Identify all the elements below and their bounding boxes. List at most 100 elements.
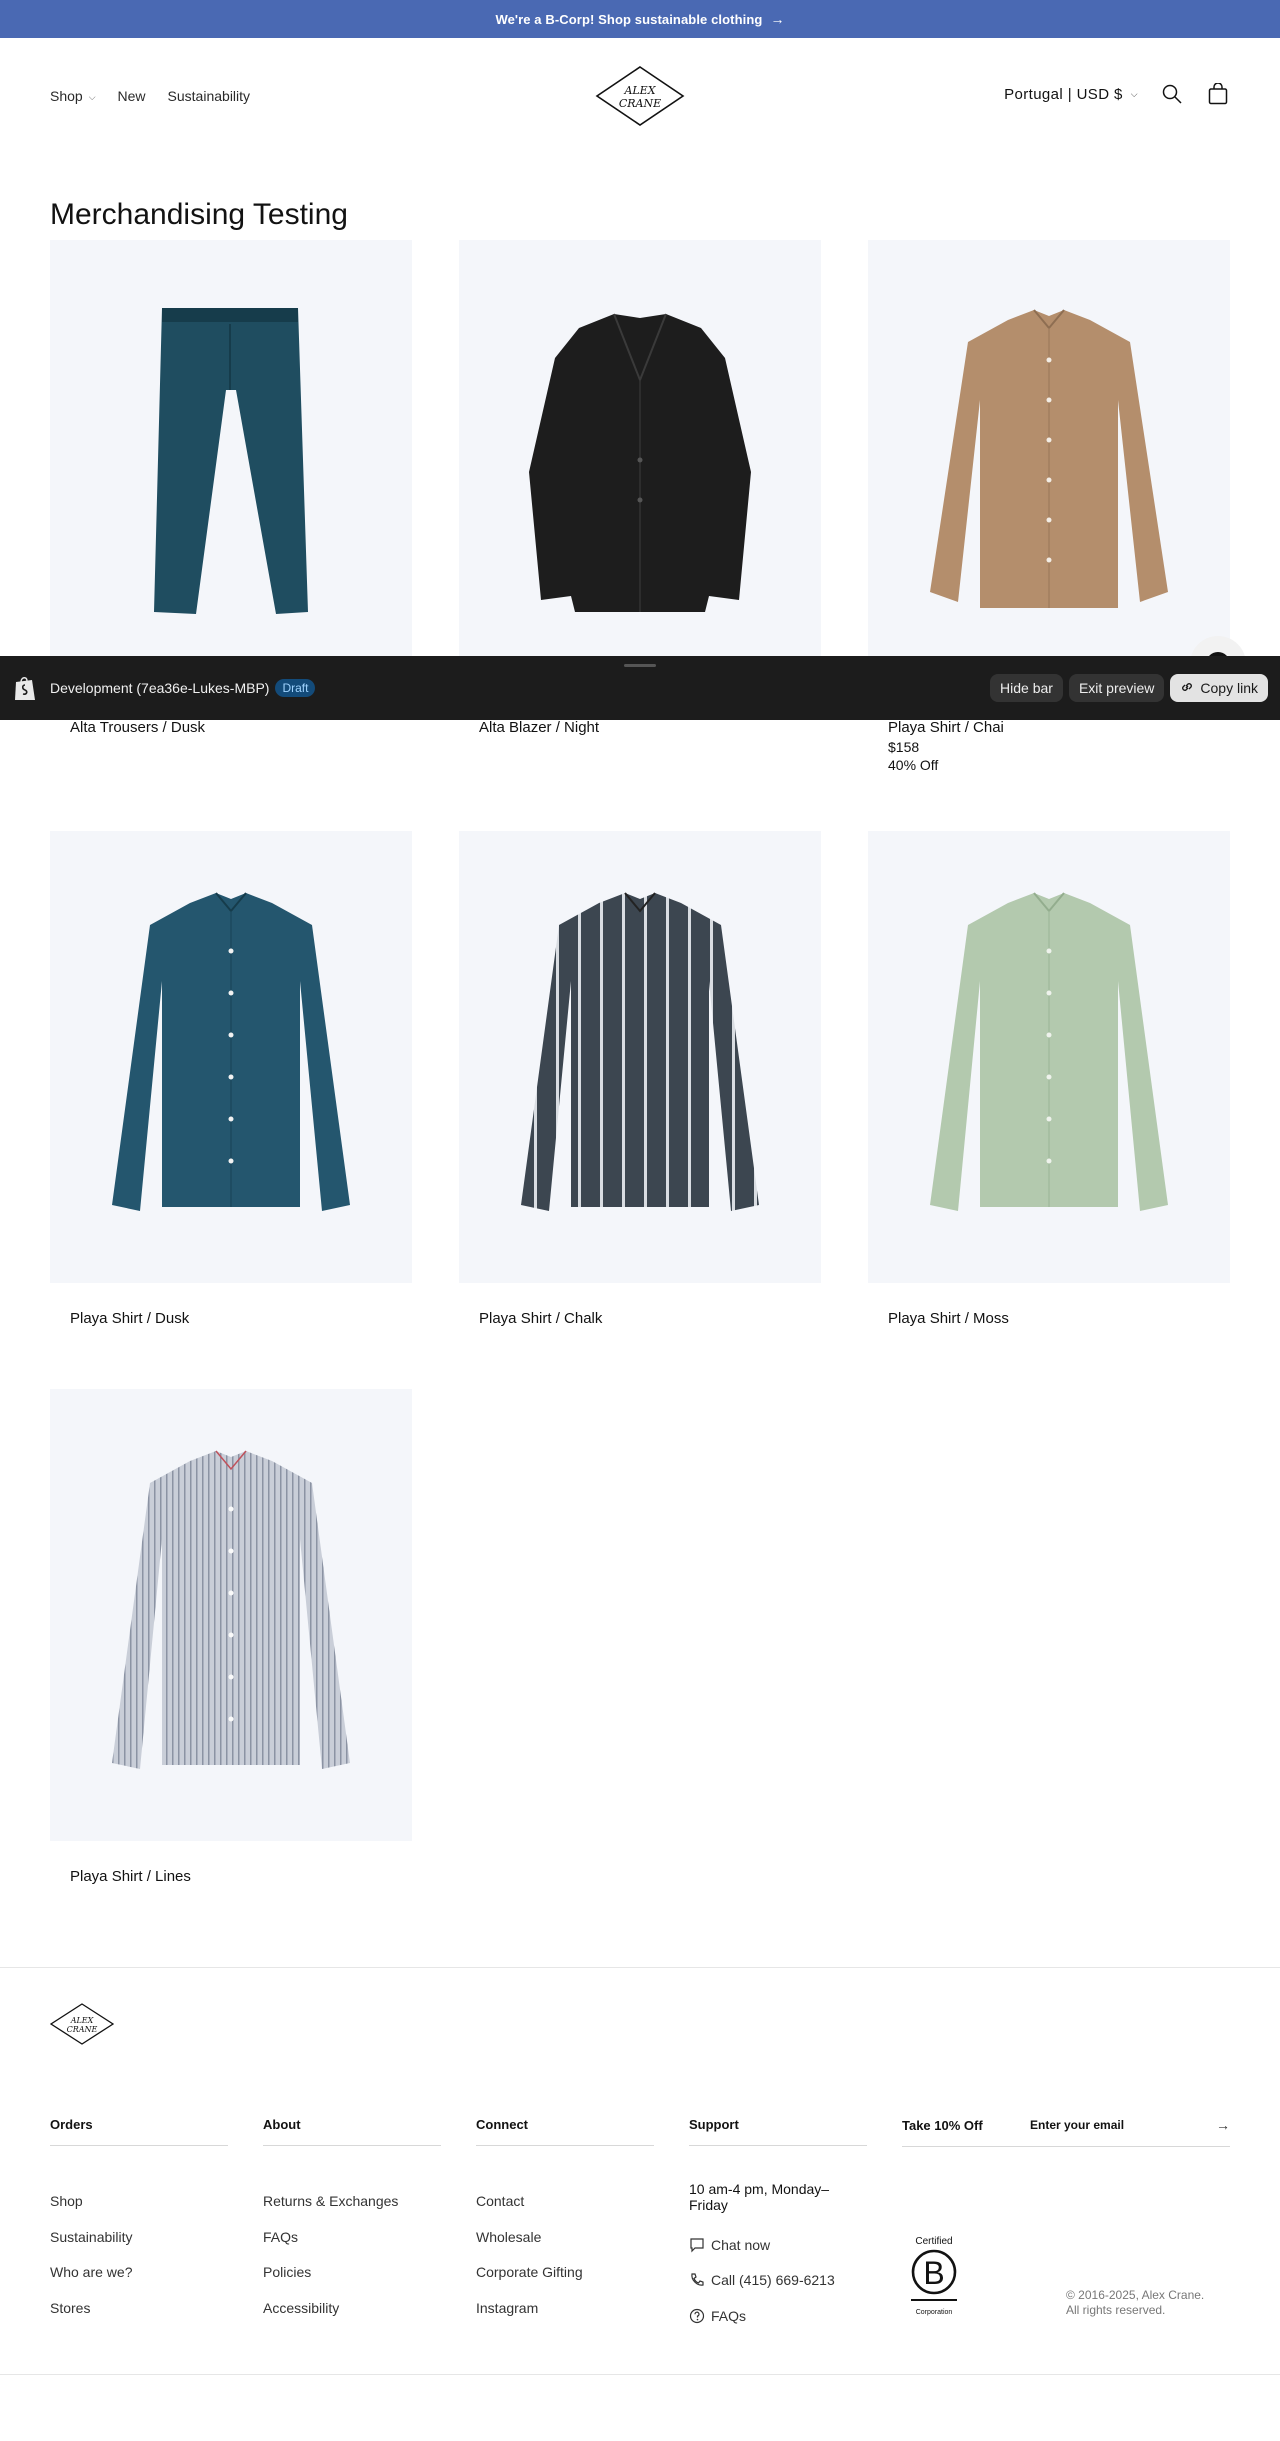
logo-text-line1: ALEX [623,84,656,97]
copyright-line2: All rights reserved. [1066,2303,1166,2317]
preview-actions: Hide bar Exit preview Copy link [990,674,1268,702]
product-image[interactable] [50,831,412,1283]
footer-column-connect: Connect Contact Wholesale Corporate Gift… [476,2117,654,2316]
product-card[interactable]: Playa Shirt / Dusk [50,831,412,1327]
footer-links: Contact Wholesale Corporate Gifting Inst… [476,2193,583,2335]
arrow-right-icon[interactable]: → [1216,2117,1230,2133]
logo-text-line2: CRANE [619,97,661,110]
faqs-label: FAQs [711,2307,747,2324]
announcement-bar[interactable]: We're a B-Corp! Shop sustainable clothin… [0,0,1280,38]
footer-column-about: About Returns & Exchanges FAQs Policies … [263,2117,441,2316]
footer-heading: Support [689,2117,867,2146]
nav-item-sustainability[interactable]: Sustainability [168,88,251,104]
announcement-text: We're a B-Corp! Shop sustainable clothin… [495,11,763,27]
chevron-down-icon: ⌵ [88,91,96,102]
support-links: Chat now Call (415) 669-6213 FAQs [689,2227,835,2334]
product-card[interactable]: Alta Trousers / Dusk [50,240,412,736]
locale-label: Portugal | USD $ [1004,85,1123,103]
nav-label-shop: Shop [50,88,83,104]
footer-column-orders: Orders Shop Sustainability Who are we? S… [50,2117,228,2316]
cart-icon[interactable] [1206,82,1230,106]
footer-link-faqs[interactable]: FAQs [263,2229,398,2265]
footer-link-sustainability[interactable]: Sustainability [50,2229,133,2265]
footer-heading: Orders [50,2117,228,2146]
theme-name: Development (7ea36e-Lukes-MBP) [50,680,270,696]
copy-link-label: Copy link [1200,680,1258,696]
footer-link-instagram[interactable]: Instagram [476,2300,583,2336]
footer-links: Returns & Exchanges FAQs Policies Access… [263,2193,398,2335]
product-card[interactable]: Playa Shirt / Chai $158 40% Off [868,240,1230,773]
draft-badge: Draft [275,679,316,697]
product-image[interactable] [50,1389,412,1841]
footer-link-shop[interactable]: Shop [50,2193,133,2229]
help-icon [689,2308,705,2323]
product-name[interactable]: Alta Trousers / Dusk [70,719,205,736]
product-name[interactable]: Playa Shirt / Chai [888,719,1004,736]
support-hours: 10 am-4 pm, Monday–Friday [689,2181,830,2213]
product-card[interactable]: Alta Blazer / Night [459,240,821,736]
bcorp-certified-text: Certified [915,2236,952,2247]
main-nav: Shop ⌵ New Sustainability [50,88,250,104]
product-card[interactable]: Playa Shirt / Moss [868,831,1230,1327]
call-label: Call (415) 669-6213 [711,2272,835,2289]
nav-item-new[interactable]: New [118,88,146,104]
footer-link-wholesale[interactable]: Wholesale [476,2229,583,2265]
product-price: $158 [888,739,920,755]
locale-selector[interactable]: Portugal | USD $ ⌵ [1004,86,1138,103]
product-image[interactable] [459,831,821,1283]
product-name[interactable]: Playa Shirt / Lines [70,1868,191,1885]
copyright-line1: © 2016-2025, Alex Crane. [1066,2288,1205,2302]
shopify-bag-icon [15,677,35,700]
product-image[interactable] [868,240,1230,692]
product-name[interactable]: Playa Shirt / Dusk [70,1310,189,1327]
footer-link-corporate-gifting[interactable]: Corporate Gifting [476,2264,583,2300]
chat-icon [690,2238,704,2253]
newsletter-heading: Take 10% Off [902,2117,983,2133]
chat-now-label: Chat now [711,2236,771,2253]
footer-column-support: Support 10 am-4 pm, Monday–Friday Chat n… [689,2117,867,2324]
footer-link-who-are-we[interactable]: Who are we? [50,2264,133,2300]
footer-link-returns[interactable]: Returns & Exchanges [263,2193,398,2229]
product-name[interactable]: Playa Shirt / Chalk [479,1310,602,1327]
header-tools: Portugal | USD $ ⌵ [1004,82,1230,106]
exit-preview-button[interactable]: Exit preview [1068,674,1165,702]
newsletter-form: Take 10% Off Enter your email → [902,2117,1230,2147]
bcorp-letter: B [923,2255,944,2291]
footer-bottom-divider [0,2374,1280,2375]
nav-label-new: New [117,88,146,104]
brand-logo[interactable]: ALEX CRANE [595,65,685,127]
product-card[interactable]: Playa Shirt / Lines [50,1389,412,1885]
product-image[interactable] [459,240,821,692]
copyright: © 2016-2025, Alex Crane. All rights rese… [1066,2288,1204,2318]
site-header: Shop ⌵ New Sustainability ALEX CRANE Por… [0,38,1280,154]
product-image[interactable] [868,831,1230,1283]
preview-bar: Development (7ea36e-Lukes-MBP) Draft Hid… [0,656,1280,720]
footer-link-accessibility[interactable]: Accessibility [263,2300,398,2336]
search-icon[interactable] [1160,82,1184,106]
footer-heading: About [263,2117,441,2146]
footer-heading: Connect [476,2117,654,2146]
bcorp-logo: Certified B Corporation [911,2236,957,2316]
phone-icon [691,2273,704,2286]
copy-link-button[interactable]: Copy link [1170,674,1268,702]
drag-handle[interactable] [624,664,656,667]
chevron-down-icon: ⌵ [1130,88,1138,99]
footer-link-contact[interactable]: Contact [476,2193,583,2229]
arrow-right-icon: → [770,11,785,27]
call-link[interactable]: Call (415) 669-6213 [689,2263,835,2299]
product-card[interactable]: Playa Shirt / Chalk [459,831,821,1327]
chat-now-link[interactable]: Chat now [689,2227,835,2263]
faqs-link[interactable]: FAQs [689,2298,835,2334]
footer-divider [0,1967,1280,1968]
nav-item-shop[interactable]: Shop ⌵ [50,88,96,104]
product-name[interactable]: Playa Shirt / Moss [888,1310,1009,1327]
footer-link-stores[interactable]: Stores [50,2300,133,2336]
footer-link-policies[interactable]: Policies [263,2264,398,2300]
product-discount: 40% Off [888,757,939,773]
footer-logo[interactable]: ALEX CRANE [50,2003,114,2045]
hide-bar-button[interactable]: Hide bar [990,674,1063,702]
logo-text-line1: ALEX [70,2016,94,2025]
email-field[interactable]: Enter your email [1030,2118,1216,2132]
product-image[interactable] [50,240,412,692]
product-name[interactable]: Alta Blazer / Night [479,719,599,736]
